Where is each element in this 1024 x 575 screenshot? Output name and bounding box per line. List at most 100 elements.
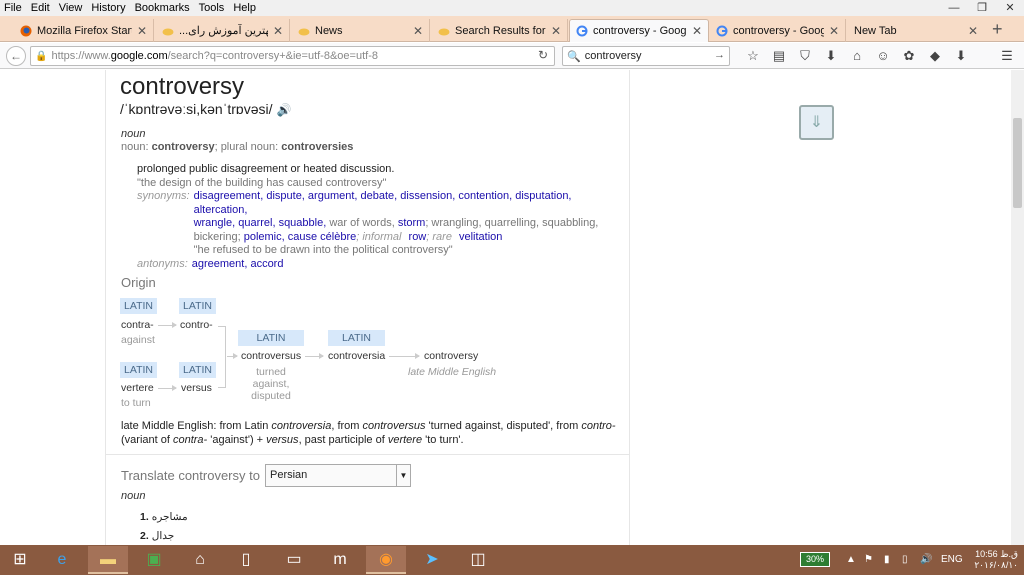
clock[interactable]: 10:56 ق.ظ ۲۰۱۶/۰۸/۱۰	[968, 549, 1018, 571]
translation-item: 1. مشاجره	[140, 511, 188, 523]
search-go-icon[interactable]: →	[714, 49, 725, 61]
close-window-button[interactable]: ✕	[996, 0, 1024, 16]
close-tab-icon[interactable]: ✕	[413, 24, 423, 38]
antonym-link[interactable]: agreement, accord	[192, 258, 284, 272]
close-tab-icon[interactable]: ✕	[968, 24, 978, 38]
back-button[interactable]: ←	[6, 46, 26, 66]
extension-icon[interactable]: ✿	[896, 48, 922, 64]
menu-edit[interactable]: Edit	[31, 2, 50, 14]
cloud-icon	[162, 28, 174, 35]
close-tab-icon[interactable]: ✕	[829, 24, 839, 38]
tab-controversy-2[interactable]: controversy - Google ... ✕	[710, 19, 846, 42]
section-divider	[105, 454, 630, 455]
tab-search-results[interactable]: Search Results for "co... ✕	[432, 19, 568, 42]
firefox-icon	[20, 25, 32, 36]
store-icon[interactable]: ▣	[134, 546, 174, 574]
reading-list-icon[interactable]: ▤	[766, 48, 792, 64]
synonym-link[interactable]: disagreement, dispute, argument, debate,…	[194, 190, 572, 216]
origin-contro: contro-	[180, 319, 213, 331]
close-tab-icon[interactable]: ✕	[273, 24, 283, 38]
close-tab-icon[interactable]: ✕	[137, 24, 147, 38]
pocket-icon[interactable]: ⛉	[792, 48, 818, 64]
telegram-icon[interactable]: ➤	[412, 546, 452, 574]
network-icon[interactable]: ▯	[902, 554, 908, 565]
home-icon[interactable]: ⌂	[844, 48, 870, 64]
bookmark-star-icon[interactable]: ☆	[740, 48, 766, 64]
battery-indicator[interactable]: 30%	[800, 552, 830, 567]
language-indicator[interactable]: ENG	[941, 554, 963, 565]
url-bar[interactable]: 🔒 https://www. google.com/search?q=contro…	[30, 46, 555, 66]
hamburger-menu-icon[interactable]: ☰	[994, 48, 1020, 64]
download-helper-icon[interactable]: ⇓	[799, 105, 834, 140]
origin-controversus: controversus	[241, 350, 302, 362]
flag-icon[interactable]: ⚑	[864, 554, 873, 565]
synonym-link[interactable]: row	[409, 231, 427, 243]
speaker-icon[interactable]: 🔊	[277, 103, 292, 117]
latin-chip: LATIN	[120, 362, 157, 378]
definition-block: prolonged public disagreement or heated …	[137, 163, 627, 271]
menu-file[interactable]: File	[4, 2, 22, 14]
monitor-app-icon[interactable]: ▭	[274, 546, 314, 574]
tab-firefox-start[interactable]: Mozilla Firefox Start P... ✕	[14, 19, 154, 42]
tray-chevron-icon[interactable]: ▲	[846, 554, 856, 565]
tab-bar: Mozilla Firefox Start P... ✕ ...بهترین آ…	[0, 16, 1024, 42]
tab-title: Mozilla Firefox Start P...	[37, 24, 132, 37]
tab-title: News	[315, 24, 343, 37]
menu-bookmarks[interactable]: Bookmarks	[135, 2, 190, 14]
windows-start-icon[interactable]: ⊞	[0, 546, 40, 574]
app-window-icon[interactable]: ◫	[458, 546, 498, 574]
url-prefix: https://www.	[51, 50, 111, 62]
translation-item: 2. جدال	[140, 530, 175, 542]
scrollbar-thumb[interactable]	[1013, 118, 1022, 208]
lock-icon: 🔒	[35, 50, 48, 62]
volume-icon[interactable]: 🔊	[920, 554, 932, 565]
tab-news[interactable]: News ✕	[292, 19, 430, 42]
antonyms-label: antonyms:	[137, 257, 188, 270]
synonym-link[interactable]: storm	[398, 217, 426, 229]
google-icon	[576, 25, 588, 37]
menu-history[interactable]: History	[91, 2, 125, 14]
synonym-link[interactable]: wrangle, quarrel, squabble,	[194, 217, 327, 229]
chevron-down-icon[interactable]: ▼	[396, 465, 410, 486]
tab-controversy-active[interactable]: controversy - Google ... ✕	[569, 19, 709, 42]
download-manager-icon[interactable]: ⬇	[948, 48, 974, 64]
signal-icon[interactable]: ▮	[884, 554, 890, 565]
synonym-link[interactable]: velitation	[459, 231, 502, 243]
synonyms-label: synonyms:	[137, 190, 190, 202]
document-icon[interactable]: ▯	[226, 546, 266, 574]
minimize-button[interactable]: —	[940, 0, 968, 16]
restore-button[interactable]: ❐	[968, 0, 996, 16]
home-app-icon[interactable]: ⌂	[180, 546, 220, 574]
vertical-scrollbar[interactable]	[1011, 70, 1024, 545]
search-bar[interactable]: 🔍 controversy →	[562, 46, 730, 66]
tab-new-tab[interactable]: New Tab ✕	[848, 19, 984, 42]
synonym-link[interactable]: polemic, cause célèbre	[244, 231, 357, 243]
addon-icon[interactable]: ◆	[922, 48, 948, 64]
menu-help[interactable]: Help	[233, 2, 256, 14]
language-select[interactable]: Persian ▼	[265, 464, 411, 487]
menu-tools[interactable]: Tools	[199, 2, 225, 14]
new-tab-button[interactable]: +	[992, 20, 1003, 38]
latin-chip: LATIN	[120, 298, 157, 314]
phonetic-transcription: /ˈkɒntrəvəːsi,kənˈtrɒvəsi/🔊	[120, 101, 292, 117]
url-domain: google.com	[110, 50, 168, 62]
download-icon[interactable]: ⬇	[818, 48, 844, 64]
tab-title: ...بهترین آموزش رای	[179, 25, 268, 37]
search-input[interactable]: controversy	[585, 50, 642, 62]
close-tab-icon[interactable]: ✕	[692, 24, 702, 38]
close-tab-icon[interactable]: ✕	[551, 24, 561, 38]
origin-contra-gloss: against	[121, 334, 155, 346]
menu-view[interactable]: View	[59, 2, 83, 14]
chat-icon[interactable]: ☺	[870, 48, 896, 64]
firefox-taskbar-icon[interactable]: ◉	[366, 546, 406, 574]
definition-text: prolonged public disagreement or heated …	[137, 163, 395, 175]
search-icon: 🔍	[567, 50, 581, 63]
translation-pos: noun	[121, 490, 146, 502]
tab-persian-page[interactable]: ...بهترین آموزش رای ✕	[156, 19, 290, 42]
reload-icon[interactable]: ↻	[538, 48, 548, 62]
maxthon-icon[interactable]: m	[320, 546, 360, 574]
internet-explorer-icon[interactable]: e	[42, 546, 82, 574]
origin-controversus-gloss: turned against, disputed	[251, 366, 291, 402]
origin-arrow	[227, 353, 238, 359]
file-explorer-icon[interactable]: ▬	[88, 546, 128, 574]
